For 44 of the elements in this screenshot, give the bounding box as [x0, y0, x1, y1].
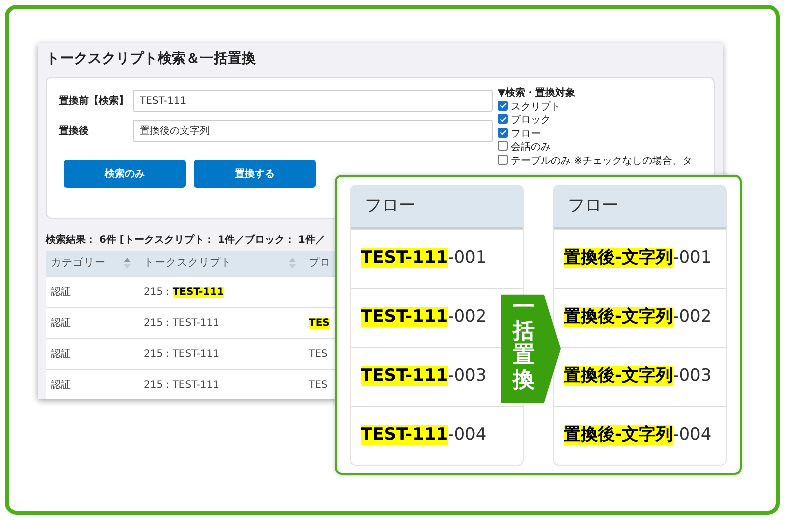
table-cell: 215 : TEST-111: [144, 348, 220, 360]
table-cell: TES: [309, 318, 330, 328]
table-cell: TES: [309, 348, 328, 360]
flow-name: TEST-111-002: [361, 306, 487, 330]
flow-name: 置換後-文字列-001: [564, 247, 712, 270]
field-label: 置換後: [59, 124, 90, 138]
window-title: トークスクリプト検索＆一括置換: [45, 50, 257, 69]
targets-heading: ▼検索・置換対象: [498, 88, 577, 100]
results-summary: 検索結果： 6件 [トークスクリプト： 1件／ブロック： 1件／: [44, 233, 326, 248]
table-cell: 認証: [51, 286, 71, 298]
field-label: 置換前【検索】: [59, 94, 130, 108]
checkbox[interactable]: [498, 154, 508, 164]
table-cell: 215 : TEST-111: [144, 380, 220, 390]
flow-header: フロー: [351, 186, 523, 229]
checkbox-label: ブロック: [511, 115, 551, 126]
checkbox[interactable]: [498, 128, 508, 138]
table-cell: 認証: [51, 318, 71, 328]
checkbox-label: フロー: [511, 128, 541, 140]
table-cell: TES: [309, 380, 328, 390]
flow-name: 置換後-文字列-004: [564, 424, 712, 448]
flow-header: フロー: [554, 186, 726, 229]
text-field[interactable]: TEST-111: [133, 90, 493, 112]
checkbox-label: テーブルのみ ※チェックなしの場合、タ: [511, 156, 693, 166]
column-header: プロ: [309, 256, 331, 271]
flow-name: 置換後-文字列-003: [564, 365, 712, 388]
flow-name: 置換後-文字列-002: [564, 306, 712, 330]
table-cell: 認証: [51, 348, 71, 360]
checkbox-label: 会話のみ: [511, 142, 551, 153]
table-cell: 215 : TEST-111: [144, 318, 220, 328]
flow-name: TEST-111-004: [361, 424, 487, 448]
checkbox[interactable]: [498, 100, 508, 110]
action-button[interactable]: 検索のみ: [64, 160, 186, 188]
flow-name: TEST-111-003: [361, 365, 487, 388]
checkbox[interactable]: [498, 141, 508, 151]
checkbox-label: スクリプト: [511, 102, 561, 112]
action-button[interactable]: 置換する: [194, 160, 316, 188]
flow-name: TEST-111-001: [361, 247, 487, 270]
column-header: トークスクリプト: [144, 256, 232, 271]
column-header: カテゴリー: [51, 256, 106, 271]
checkbox[interactable]: [498, 114, 508, 124]
badge-label: 一括置換: [513, 296, 535, 393]
table-cell: 認証: [51, 380, 71, 390]
text-field[interactable]: 置換後の文字列: [133, 120, 493, 142]
sort-icon[interactable]: [124, 258, 131, 269]
